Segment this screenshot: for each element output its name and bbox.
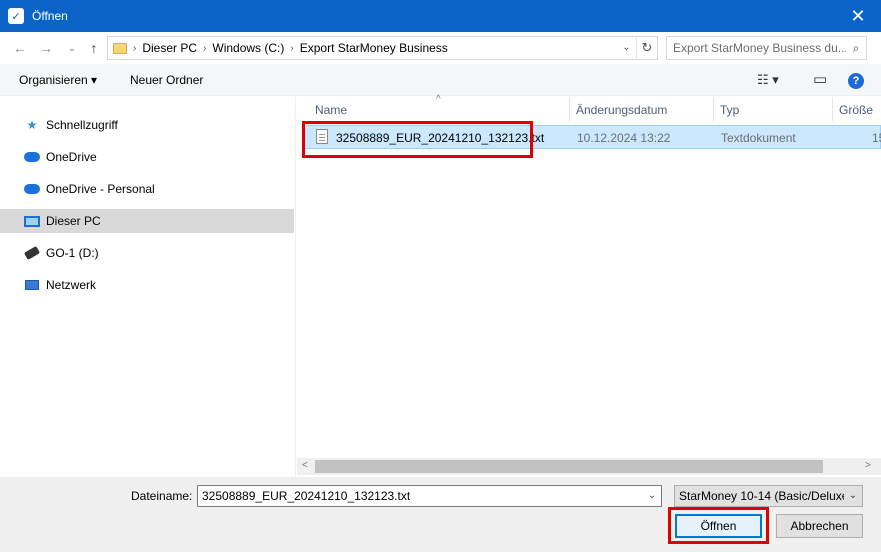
file-type: Textdokument: [721, 131, 796, 145]
view-options-icon[interactable]: ☷ ▾: [757, 72, 779, 88]
sort-ascending-icon: ^: [436, 94, 441, 105]
sidebar-item-label: GO-1 (D:): [46, 246, 99, 260]
crumb-separator: ›: [133, 42, 137, 54]
sidebar-item-quick-access[interactable]: ★ Schnellzugriff: [0, 113, 294, 137]
navigation-bar: ← → ⌄ ↑ › Dieser PC › Windows (C:) › Exp…: [0, 32, 881, 64]
organize-button[interactable]: Organisieren ▾: [19, 73, 97, 87]
command-toolbar: Organisieren ▾ Neuer Ordner ☷ ▾ ▭: [0, 64, 881, 96]
address-bar[interactable]: › Dieser PC › Windows (C:) › Export Star…: [107, 36, 658, 60]
refresh-icon[interactable]: ↻: [637, 40, 657, 56]
dialog-footer: Dateiname: 32508889_EUR_20241210_132123.…: [0, 477, 881, 552]
up-button[interactable]: ↑: [84, 38, 104, 58]
file-name: 32508889_EUR_20241210_132123.txt: [336, 131, 545, 145]
cloud-icon: [24, 181, 40, 197]
open-button[interactable]: Öffnen: [675, 514, 762, 538]
file-date: 10.12.2024 13:22: [577, 131, 671, 145]
filename-value: 32508889_EUR_20241210_132123.txt: [202, 489, 411, 503]
search-placeholder: Export StarMoney Business du...: [673, 41, 846, 55]
column-header-date[interactable]: Änderungsdatum: [576, 97, 667, 122]
file-row[interactable]: 32508889_EUR_20241210_132123.txt 10.12.2…: [304, 125, 881, 149]
window-title: Öffnen: [32, 9, 68, 23]
chevron-down-icon: ⌄: [844, 486, 862, 506]
column-header-size[interactable]: Größe: [839, 97, 873, 122]
scroll-right-icon[interactable]: >: [865, 460, 871, 471]
sidebar-item-label: OneDrive - Personal: [46, 182, 155, 196]
crumb-separator: ›: [203, 42, 207, 54]
filetype-value: StarMoney 10-14 (Basic/Deluxe: [679, 489, 849, 503]
address-dropdown-icon[interactable]: ⌄: [617, 37, 637, 59]
back-button[interactable]: ←: [10, 38, 30, 58]
usb-drive-icon: [23, 245, 41, 261]
cancel-button[interactable]: Abbrechen: [776, 514, 863, 538]
new-folder-button[interactable]: Neuer Ordner: [130, 73, 203, 87]
column-divider[interactable]: [713, 97, 714, 122]
text-file-icon: [316, 129, 328, 144]
computer-icon: [24, 213, 40, 229]
recent-locations-button[interactable]: ⌄: [62, 38, 82, 58]
navigation-pane: ★ Schnellzugriff OneDrive OneDrive - Per…: [0, 97, 296, 477]
breadcrumb-this-pc[interactable]: Dieser PC: [142, 41, 197, 55]
search-input[interactable]: Export StarMoney Business du... ⌕: [666, 36, 867, 60]
column-header-name[interactable]: Name: [315, 97, 347, 122]
chevron-down-icon[interactable]: ⌄: [643, 486, 661, 506]
filetype-select[interactable]: StarMoney 10-14 (Basic/Deluxe ⌄: [674, 485, 863, 507]
close-icon[interactable]: ✕: [835, 0, 881, 32]
forward-button[interactable]: →: [36, 38, 56, 58]
network-icon: [24, 277, 40, 293]
preview-pane-icon[interactable]: ▭: [813, 70, 827, 88]
title-bar: ✓ Öffnen ✕: [0, 0, 881, 32]
file-size: 15: [872, 131, 881, 145]
sidebar-item-label: Dieser PC: [46, 214, 101, 228]
sidebar-item-network[interactable]: Netzwerk: [0, 273, 294, 297]
starmoney-icon: ✓: [8, 8, 24, 24]
breadcrumb-export-folder[interactable]: Export StarMoney Business: [300, 41, 448, 55]
sidebar-item-label: Netzwerk: [46, 278, 97, 292]
help-icon[interactable]: ?: [848, 73, 864, 89]
breadcrumb-windows-c[interactable]: Windows (C:): [212, 41, 284, 55]
filename-field[interactable]: 32508889_EUR_20241210_132123.txt ⌄: [197, 485, 662, 507]
cloud-icon: [24, 149, 40, 165]
folder-icon: [113, 42, 127, 54]
file-list: ^ Name Änderungsdatum Typ Größe 32508889…: [297, 94, 881, 477]
filename-label: Dateiname:: [131, 489, 193, 503]
column-divider[interactable]: [569, 97, 570, 122]
scrollbar-thumb[interactable]: [315, 460, 823, 473]
sidebar-item-label: Schnellzugriff: [46, 118, 118, 132]
column-header-type[interactable]: Typ: [720, 97, 739, 122]
star-icon: ★: [26, 118, 38, 132]
scroll-left-icon[interactable]: <: [302, 460, 308, 471]
crumb-separator: ›: [290, 42, 294, 54]
sidebar-item-onedrive[interactable]: OneDrive: [0, 145, 294, 169]
column-divider[interactable]: [832, 97, 833, 122]
sidebar-item-label: OneDrive: [46, 150, 97, 164]
sidebar-item-go1-drive[interactable]: GO-1 (D:): [0, 241, 294, 265]
horizontal-scrollbar[interactable]: < >: [297, 458, 881, 475]
sidebar-item-onedrive-personal[interactable]: OneDrive - Personal: [0, 177, 294, 201]
search-icon[interactable]: ⌕: [846, 41, 866, 56]
sidebar-item-this-pc[interactable]: Dieser PC: [0, 209, 294, 233]
